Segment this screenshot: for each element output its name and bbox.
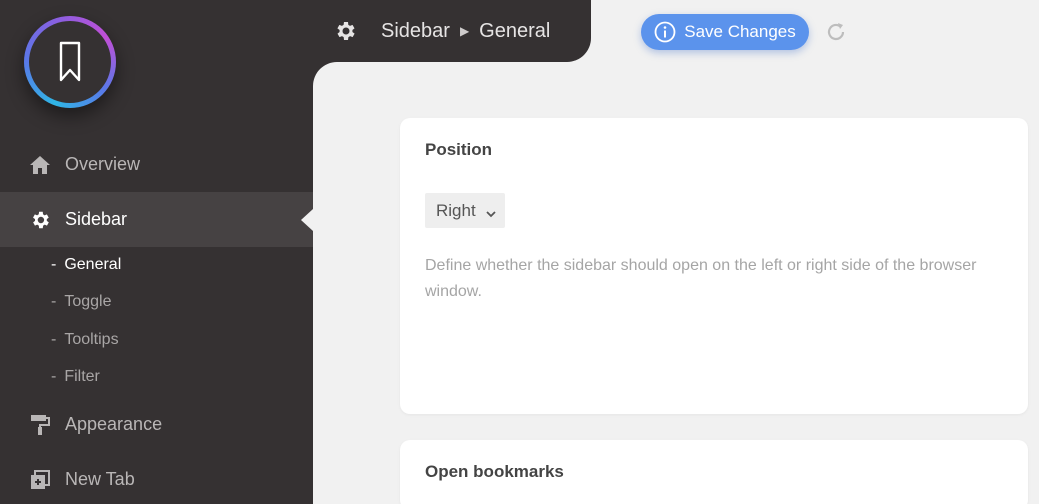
new-tab-icon bbox=[29, 469, 51, 491]
bookmark-icon bbox=[59, 41, 81, 82]
breadcrumb-current: General bbox=[479, 19, 551, 42]
gear-icon bbox=[29, 209, 51, 231]
select-value: Right bbox=[436, 200, 476, 220]
sidebar-subitem-filter[interactable]: - Filter bbox=[51, 365, 100, 389]
sidebar-item-label: Sidebar bbox=[65, 209, 128, 229]
info-icon bbox=[654, 21, 676, 43]
chevron-right-icon: ▶ bbox=[459, 24, 470, 38]
position-card: Position Right Define whether the sideba… bbox=[400, 118, 1028, 414]
header-breadcrumb-bar: Sidebar ▶ General bbox=[313, 0, 591, 62]
sidebar: Overview Sidebar - General - Toggle - To… bbox=[0, 0, 313, 504]
sidebar-subitem-general[interactable]: - General bbox=[51, 253, 121, 277]
save-button[interactable]: Save Changes bbox=[641, 14, 809, 50]
gear-icon bbox=[333, 19, 357, 43]
refresh-button[interactable] bbox=[824, 20, 848, 44]
home-icon bbox=[29, 154, 51, 176]
card-title: Open bookmarks bbox=[425, 462, 564, 481]
app-root: Overview Sidebar - General - Toggle - To… bbox=[0, 0, 1039, 504]
save-button-label: Save Changes bbox=[684, 22, 796, 41]
sidebar-item-sidebar[interactable]: Sidebar bbox=[0, 192, 313, 247]
sidebar-item-new-tab[interactable]: New Tab bbox=[0, 452, 313, 504]
paint-roller-icon bbox=[29, 414, 51, 436]
refresh-icon bbox=[827, 23, 845, 41]
open-bookmarks-card: Open bookmarks bbox=[400, 440, 1028, 504]
sidebar-item-label: Appearance bbox=[65, 414, 163, 434]
logo[interactable] bbox=[24, 16, 116, 108]
sidebar-item-appearance[interactable]: Appearance bbox=[0, 397, 313, 452]
sidebar-subitem-toggle[interactable]: - Toggle bbox=[51, 290, 111, 314]
chevron-down-icon bbox=[485, 205, 497, 217]
sidebar-item-label: Overview bbox=[65, 154, 141, 174]
breadcrumb-item[interactable]: Sidebar bbox=[381, 20, 450, 43]
position-select[interactable]: Right bbox=[425, 193, 505, 228]
card-title: Position bbox=[425, 140, 493, 159]
position-description: Define whether the sidebar should open o… bbox=[425, 257, 977, 300]
sidebar-subitem-tooltips[interactable]: - Tooltips bbox=[51, 328, 119, 352]
sidebar-item-overview[interactable]: Overview bbox=[0, 137, 313, 192]
sidebar-item-label: New Tab bbox=[65, 469, 135, 489]
